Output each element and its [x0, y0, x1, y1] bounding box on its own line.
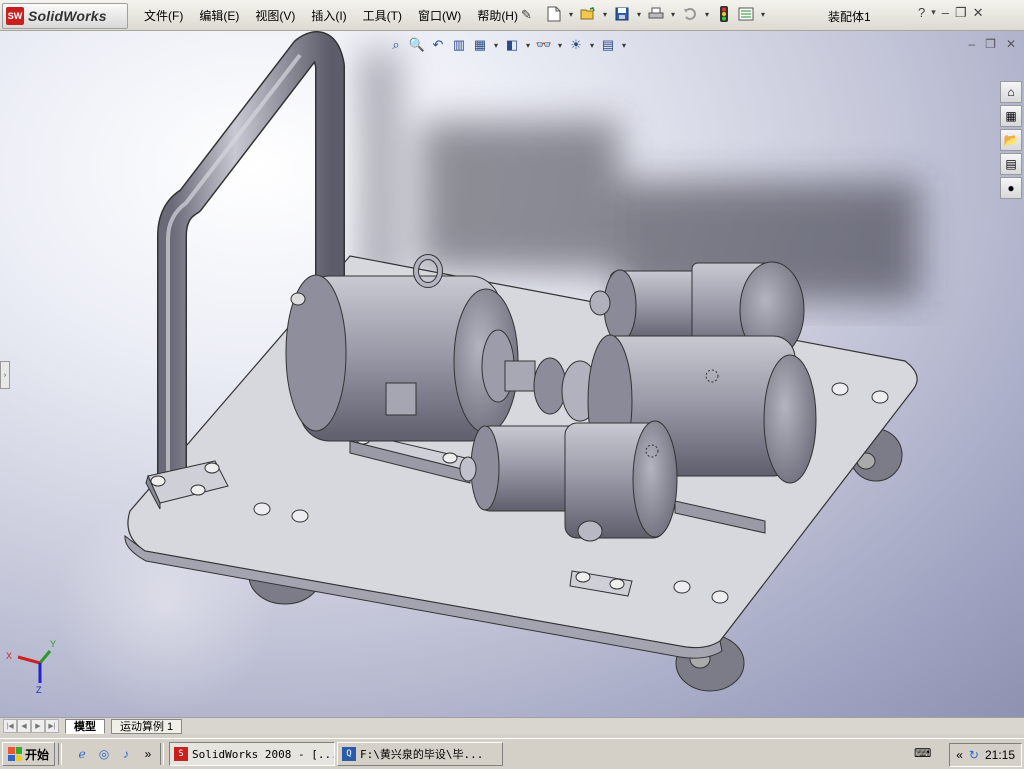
menu-view[interactable]: 视图(V) — [247, 7, 303, 24]
pin-menu-icon[interactable]: ✎ — [521, 7, 532, 23]
undo-dropdown-icon[interactable]: ▾ — [702, 10, 712, 19]
menu-file[interactable]: 文件(F) — [136, 7, 191, 24]
tab-scroll-buttons: |◀ ◀ ▶ ▶| — [3, 719, 59, 733]
start-button[interactable]: 开始 — [2, 742, 56, 766]
document-title: 装配体1 — [828, 10, 871, 24]
view-settings-dropdown-icon[interactable]: ▾ — [619, 41, 629, 50]
taskbar-separator — [58, 743, 63, 765]
solidworks-logo[interactable]: SW SolidWorks — [2, 3, 128, 29]
taskbar-separator — [160, 743, 165, 765]
view-orientation-dropdown-icon[interactable]: ▾ — [491, 41, 501, 50]
close-document-button[interactable]: ✕ — [1006, 37, 1016, 51]
quick-launch: ℯ ◎ ♪ » — [73, 745, 157, 763]
document-window-controls: – ❐ ✕ — [968, 37, 1016, 51]
display-style-dropdown-icon[interactable]: ▾ — [523, 41, 533, 50]
print-icon[interactable] — [646, 4, 666, 24]
network-icon[interactable]: ↻ — [969, 748, 979, 762]
background-shadow — [360, 51, 920, 301]
new-document-icon[interactable] — [544, 4, 564, 24]
internet-explorer-icon[interactable]: ℯ — [73, 745, 91, 763]
save-icon[interactable] — [612, 4, 632, 24]
tab-prev-icon[interactable]: ◀ — [17, 719, 31, 733]
open-dropdown-icon[interactable]: ▾ — [600, 10, 610, 19]
system-tray: « ↻ 21:15 — [949, 743, 1022, 767]
tab-first-icon[interactable]: |◀ — [3, 719, 17, 733]
task-solidworks[interactable]: S SolidWorks 2008 - [... — [169, 742, 336, 766]
open-folder-icon[interactable] — [578, 4, 598, 24]
assembly-model[interactable] — [0, 31, 1024, 717]
display-style-icon[interactable]: ◧ — [502, 35, 522, 55]
new-dropdown-icon[interactable]: ▾ — [566, 10, 576, 19]
task-folder-label: F:\黄兴泉的毕设\毕... — [360, 748, 484, 761]
save-dropdown-icon[interactable]: ▾ — [634, 10, 644, 19]
close-window-button[interactable]: ✕ — [973, 5, 984, 21]
apply-scene-icon[interactable]: ☀ — [566, 35, 586, 55]
minimize-document-button[interactable]: – — [968, 37, 975, 51]
solidworks-logo-text: SolidWorks — [28, 8, 107, 24]
start-label: 开始 — [25, 747, 50, 762]
heads-up-view-toolbar: ⌕ 🔍 ↶ ▥ ▦ ▾ ◧ ▾ 👓 ▾ ☀ ▾ ▤ ▾ — [386, 35, 629, 55]
menu-tools[interactable]: 工具(T) — [355, 7, 410, 24]
app-window-controls: ? ▾ – ❐ ✕ — [918, 5, 984, 21]
tab-next-icon[interactable]: ▶ — [31, 719, 45, 733]
minimize-window-button[interactable]: – — [942, 5, 949, 21]
appearances-icon[interactable]: ● — [1000, 177, 1022, 199]
tab-motion-study[interactable]: 运动算例 1 — [111, 718, 183, 734]
design-library-icon[interactable]: ▦ — [1000, 105, 1022, 127]
restore-document-button[interactable]: ❐ — [985, 37, 996, 51]
home-icon[interactable]: ⌂ — [1000, 81, 1022, 103]
tray-chevron[interactable]: « — [956, 748, 963, 762]
section-view-icon[interactable]: ▥ — [449, 35, 469, 55]
folder-search-icon: Q — [342, 747, 357, 761]
tab-model[interactable]: 模型 — [65, 718, 105, 734]
help-icon[interactable]: ? — [918, 5, 925, 21]
view-orientation-icon[interactable]: ▦ — [470, 35, 490, 55]
document-tab-bar: |◀ ◀ ▶ ▶| 模型 运动算例 1 — [0, 717, 1024, 734]
reference-triad[interactable]: Y X Z — [4, 635, 64, 695]
windows-taskbar: 开始 ℯ ◎ ♪ » S SolidWorks 2008 - [... Q F:… — [0, 738, 1024, 769]
title-menu-bar: SW SolidWorks 文件(F) 编辑(E) 视图(V) 插入(I) 工具… — [0, 0, 1024, 31]
menu-insert[interactable]: 插入(I) — [303, 7, 354, 24]
triad-z-label: Z — [36, 685, 42, 695]
keyboard-icon[interactable]: ⌨ — [914, 746, 931, 760]
menu-bar: 文件(F) 编辑(E) 视图(V) 插入(I) 工具(T) 窗口(W) 帮助(H… — [136, 7, 526, 24]
hide-show-dropdown-icon[interactable]: ▾ — [555, 41, 565, 50]
standard-toolbar: ▾ ▾ ▾ ▾ ▾ ▾ — [544, 4, 768, 24]
menu-window[interactable]: 窗口(W) — [410, 7, 469, 24]
browser-icon[interactable]: ◎ — [95, 745, 113, 763]
hide-show-items-icon[interactable]: 👓 — [534, 35, 554, 55]
undo-icon[interactable] — [680, 4, 700, 24]
solidworks-icon: S — [174, 747, 189, 761]
triad-x-label: X — [6, 651, 12, 661]
help-dropdown-icon[interactable]: ▾ — [931, 7, 936, 21]
rebuild-traffic-light-icon[interactable] — [714, 4, 734, 24]
quick-launch-chevron[interactable]: » — [139, 745, 157, 763]
triad-y-label: Y — [50, 639, 56, 649]
menu-help[interactable]: 帮助(H) — [469, 7, 526, 24]
expand-feature-manager-handle[interactable]: › — [0, 361, 10, 389]
menu-edit[interactable]: 编辑(E) — [191, 7, 247, 24]
task-pane-tabs: ⌂ ▦ 📂 ▤ ● — [1000, 81, 1022, 199]
zoom-to-area-icon[interactable]: 🔍 — [407, 35, 427, 55]
graphics-area[interactable]: ⌕ 🔍 ↶ ▥ ▦ ▾ ◧ ▾ 👓 ▾ ☀ ▾ ▤ ▾ – ❐ ✕ ⌂ ▦ 📂 … — [0, 31, 1024, 717]
solidworks-logo-badge: SW — [6, 7, 24, 25]
tab-last-icon[interactable]: ▶| — [45, 719, 59, 733]
task-folder[interactable]: Q F:\黄兴泉的毕设\毕... — [337, 742, 504, 766]
task-solidworks-label: SolidWorks 2008 - [... — [192, 747, 336, 761]
file-explorer-icon[interactable]: 📂 — [1000, 129, 1022, 151]
apply-scene-dropdown-icon[interactable]: ▾ — [587, 41, 597, 50]
clock: 21:15 — [984, 748, 1015, 762]
options-icon[interactable] — [736, 4, 756, 24]
print-dropdown-icon[interactable]: ▾ — [668, 10, 678, 19]
restore-window-button[interactable]: ❐ — [955, 5, 967, 21]
zoom-to-fit-icon[interactable]: ⌕ — [386, 35, 406, 55]
options-dropdown-icon[interactable]: ▾ — [758, 10, 768, 19]
previous-view-icon[interactable]: ↶ — [428, 35, 448, 55]
windows-logo-icon — [8, 747, 22, 761]
view-palette-icon[interactable]: ▤ — [1000, 153, 1022, 175]
view-settings-icon[interactable]: ▤ — [598, 35, 618, 55]
media-player-icon[interactable]: ♪ — [117, 745, 135, 763]
